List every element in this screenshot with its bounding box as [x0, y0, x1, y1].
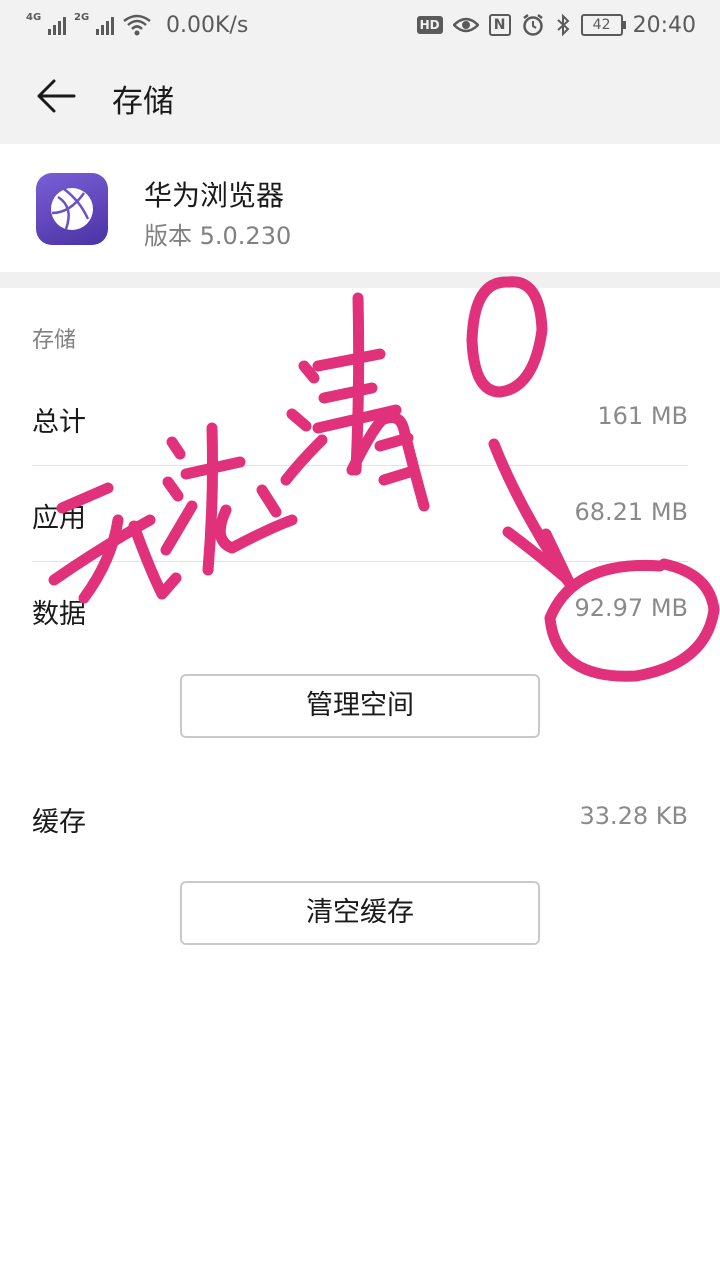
app-bar: 存储 [0, 50, 720, 144]
storage-row-data: 数据 92.97 MB [32, 562, 688, 658]
app-version: 版本 5.0.230 [144, 222, 292, 250]
row-value: 68.21 MB [574, 498, 688, 526]
storage-row-total: 总计 161 MB [32, 370, 688, 466]
eye-comfort-icon [452, 17, 479, 33]
clock: 20:40 [632, 12, 696, 38]
app-info-card: 华为浏览器 版本 5.0.230 [0, 144, 720, 272]
hd-voice-icon: HD [416, 16, 443, 34]
page-title: 存储 [112, 84, 174, 120]
section-divider [0, 272, 720, 288]
clear-cache-button[interactable]: 清空缓存 [180, 881, 540, 945]
row-label: 应用 [32, 503, 86, 534]
network-speed: 0.00K/s [166, 12, 249, 38]
storage-section-title: 存储 [32, 328, 77, 353]
cache-row: 缓存 33.28 KB [32, 770, 688, 866]
row-value: 161 MB [597, 402, 688, 430]
row-label: 缓存 [32, 807, 86, 838]
row-value: 92.97 MB [574, 594, 688, 622]
nfc-icon: N [488, 14, 511, 36]
storage-row-app: 应用 68.21 MB [32, 466, 688, 562]
status-bar: 4G 2G 0.00K/s HD N 42 20:40 [0, 0, 720, 50]
battery-icon: 42 [580, 14, 626, 36]
back-arrow-icon[interactable] [34, 74, 78, 118]
alarm-icon [522, 14, 543, 36]
wifi-icon [123, 14, 151, 36]
app-name: 华为浏览器 [144, 179, 285, 212]
row-value: 33.28 KB [579, 802, 688, 830]
signal-icon: 4G [26, 12, 66, 38]
sim1-network-type: 4G [26, 12, 42, 23]
row-label: 总计 [32, 407, 86, 438]
sim2-network-type: 2G [74, 12, 90, 23]
browser-globe-icon [36, 173, 108, 245]
bluetooth-icon [556, 13, 570, 37]
manage-space-button[interactable]: 管理空间 [180, 674, 540, 738]
row-label: 数据 [32, 599, 86, 630]
signal-icon: 2G [74, 12, 114, 38]
